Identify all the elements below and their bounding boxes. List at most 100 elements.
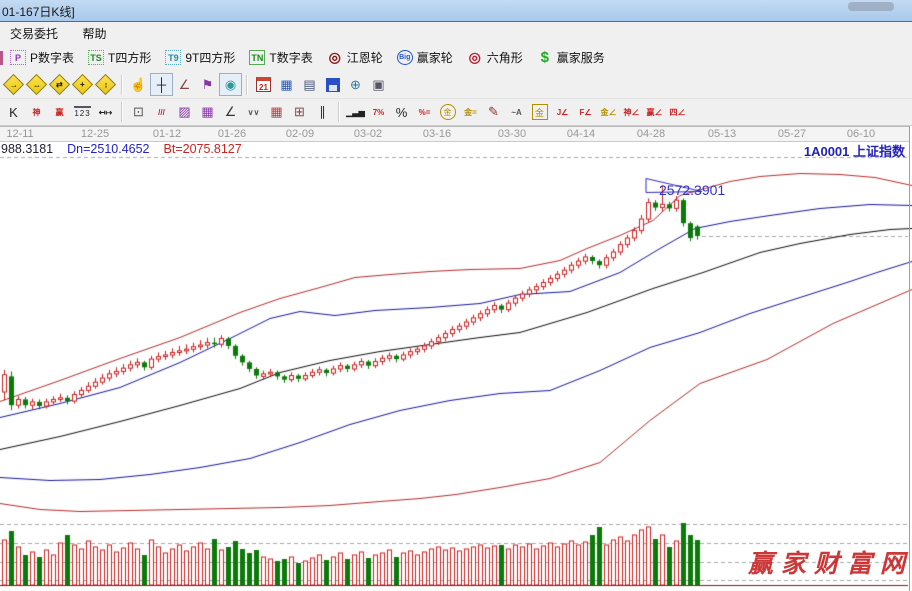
date-label: 04-28 [637,128,665,140]
toolbar-button-icon: $ [537,50,553,65]
toolbar-button-2[interactable]: TS T四方形 [81,47,158,68]
date-label: 01-12 [153,128,181,140]
status-value-dn: Dn=2510.4652 [67,142,149,156]
toolbar-button-icon: Big [397,50,413,65]
shen-tool-icon[interactable]: 神 [25,101,48,124]
menu-bar: 交易委托 帮助 [0,22,912,44]
k-pattern-tool-icon[interactable]: K [2,101,25,124]
zoom-diamond-right-icon[interactable]: → [2,73,25,96]
toolbar-button-5[interactable]: ◎江恩轮 [320,47,390,68]
trading-app-window: 01-167日K线] 交易委托 帮助 PP数字表TST四方形T99T四方形TNT… [0,0,912,591]
toolbar-button-icon: TS [88,50,104,65]
toolbar-button-label: 赢家服务 [557,49,605,66]
status-value-up: 988.3181 [1,142,53,156]
parallel-lines-tool-icon[interactable]: ∥ [311,101,334,124]
ying-angle-tool-icon[interactable]: 赢∠ [643,101,666,124]
vee-wave-tool-icon[interactable]: ∨∨ [242,101,265,124]
status-value-bt: Bt=2075.8127 [164,142,242,156]
rays-tool-icon[interactable]: ∠ [219,101,242,124]
gold-box-tool-icon[interactable]: 金 [528,101,551,124]
width-arrows-tool-icon[interactable]: ↤↦ [94,101,117,124]
red-grid-tool-icon[interactable]: ▦ [265,101,288,124]
grid-arrow-tool-icon[interactable]: ⊞ [288,101,311,124]
window-controls[interactable] [848,2,894,11]
toolbar-button-label: T四方形 [108,49,151,66]
square-frame-tool-icon[interactable]: ⊡ [127,101,150,124]
symbol-label: 1A0001 上证指数 [804,141,905,160]
crosshair-tool-icon[interactable]: ┼ [150,73,173,96]
toolbar-button-8[interactable]: $ 赢家服务 [530,47,612,68]
shen-angle-tool-icon[interactable]: 神∠ [620,101,643,124]
kline-chart-canvas[interactable] [0,142,912,591]
date-label: 12-11 [6,128,33,140]
ruler-123-tool-icon[interactable]: 123 [71,101,94,124]
wave-brain-tool-icon[interactable]: ◉ [219,73,242,96]
printer-icon[interactable]: ▣ [367,73,390,96]
date-label: 04-14 [567,128,595,140]
calendar-icon[interactable]: 21 [252,73,275,96]
zoom-diamond-compress-icon[interactable]: ⇄ [48,73,71,96]
window-titlebar[interactable]: 01-167日K线] [0,0,912,22]
date-label: 03-16 [423,128,451,140]
toolbar-button-label: T数字表 [269,49,312,66]
menu-item-help[interactable]: 帮助 [72,22,116,45]
indicator-status-line: 988.3181 Dn=2510.4652 Bt=2075.8127 [1,142,242,156]
drawing-toolbar-row1: →↔⇄+↕ ☝┼∠⚑◉ 21▦▤ ⊕▣ [0,71,912,99]
toolbar-separator [338,102,340,122]
zoom-diamond-hfit-icon[interactable]: ↔ [25,73,48,96]
date-label: 05-27 [778,128,806,140]
toolbar-button-1[interactable]: P P数字表 [3,47,81,68]
gann-flag-tool-icon[interactable]: ⚑ [196,73,219,96]
notebook-icon[interactable]: ▤ [298,73,321,96]
angle-line-tool-icon[interactable]: ∠ [173,73,196,96]
grid-box-tool-icon[interactable]: ▦ [196,101,219,124]
wave-a-tool-icon[interactable]: ~A [505,101,528,124]
gold-circle-tool-icon[interactable]: 金 [436,101,459,124]
gold-angle-tool-icon[interactable]: 金∠ [597,101,620,124]
zoom-diamond-expand-icon[interactable]: + [71,73,94,96]
toolbar-separator [246,75,248,95]
toolbar-button-icon: T9 [165,50,181,65]
toolbar-button-icon: P [10,50,26,65]
red-fan-tool-icon[interactable]: /// [150,101,173,124]
date-axis: 12-1112-2501-1201-2602-0903-0203-1603-30… [0,126,910,142]
date-label: 06-10 [847,128,875,140]
percent-tool-icon[interactable]: % [390,101,413,124]
toolbar-button-icon: ◎ [467,50,483,65]
percent-lines-tool-icon[interactable]: %= [413,101,436,124]
toolbar-button-4[interactable]: TN T数字表 [242,47,319,68]
brush-tool-icon[interactable]: ✎ [482,101,505,124]
toolbar-button-label: P数字表 [30,49,74,66]
si-angle-tool-icon[interactable]: 四∠ [666,101,689,124]
fan-box-tool-icon[interactable]: ▨ [173,101,196,124]
watermark-logo: 赢家财富网 [748,544,912,580]
date-label: 01-26 [218,128,246,140]
date-label: 05-13 [708,128,736,140]
kline-chart-area: 988.3181 Dn=2510.4652 Bt=2075.8127 1A000… [0,142,912,591]
menu-item-trade[interactable]: 交易委托 [0,22,68,45]
date-label: 02-09 [286,128,314,140]
toolbar-button-label: 赢家轮 [417,49,453,66]
ying-tool-icon[interactable]: 赢 [48,101,71,124]
zoom-diamond-all-icon[interactable]: ↕ [94,73,117,96]
toolbar-button-label: 六角形 [487,49,523,66]
toolbar-button-icon: ◎ [327,50,343,65]
toolbar-separator [121,75,123,95]
date-label: 03-30 [498,128,526,140]
toolbar-button-7[interactable]: ◎ 六角形 [460,47,530,68]
main-toolbar: P P数字表 TS T四方形 T99T四方形 TN T数字表 ◎江恩轮 Big 赢家轮 ◎ 六角形 $ 赢… [0,44,912,72]
hand-tool-icon[interactable]: ☝ [127,73,150,96]
j-angle-tool-icon[interactable]: J∠ [551,101,574,124]
bar-123-tool-icon[interactable]: ▁▃▅ [344,101,367,124]
save-icon[interactable] [321,73,344,96]
toolbar-button-3[interactable]: T99T四方形 [158,47,242,68]
f-angle-tool-icon[interactable]: F∠ [574,101,597,124]
toolbar-button-icon: TN [249,50,265,65]
toolbar-button-6[interactable]: Big 赢家轮 [390,47,460,68]
percent-seven-tool-icon[interactable]: 7% [367,101,390,124]
date-label: 03-02 [354,128,382,140]
export-globe-icon[interactable]: ⊕ [344,73,367,96]
gold-lines-tool-icon[interactable]: 金= [459,101,482,124]
calculator-icon[interactable]: ▦ [275,73,298,96]
window-title: 01-167日K线] [2,3,75,20]
